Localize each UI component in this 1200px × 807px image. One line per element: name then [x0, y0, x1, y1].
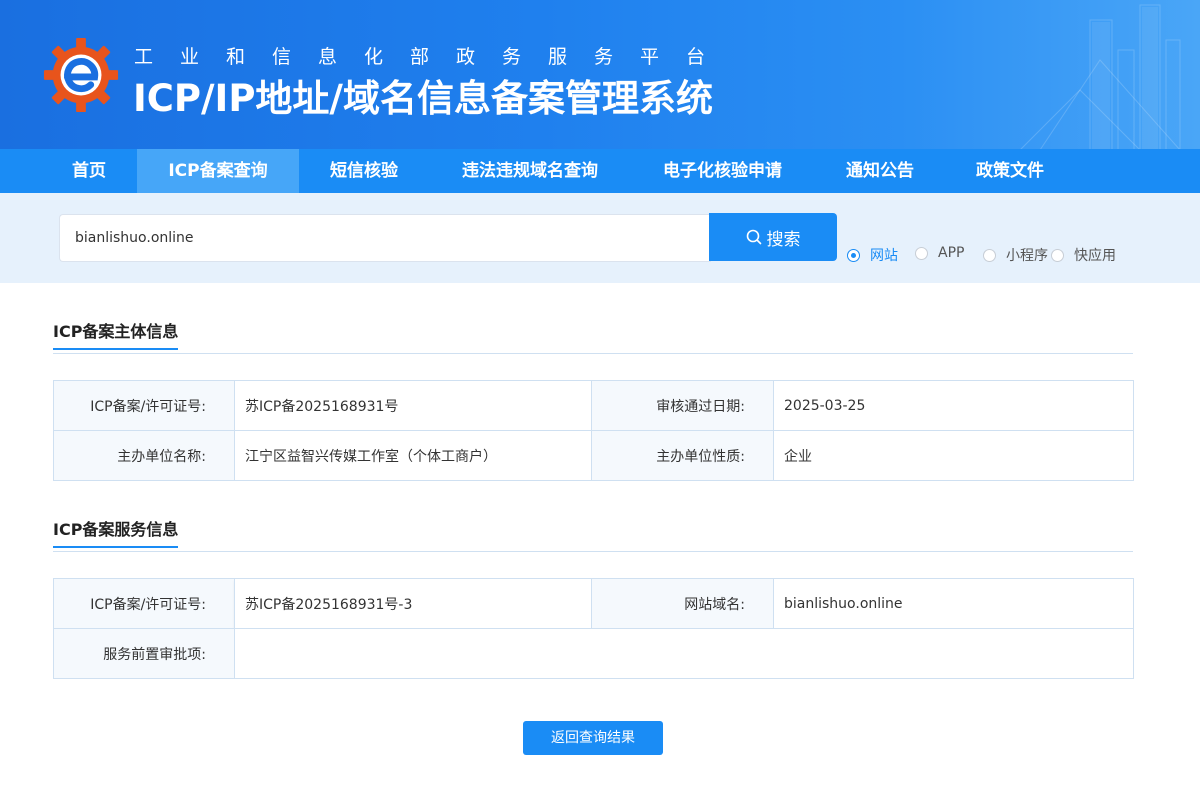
sponsor-type-value: 企业 — [773, 430, 1134, 481]
nav-item-electronic-verify[interactable]: 电子化核验申请 — [640, 149, 805, 193]
nav-item-home[interactable]: 首页 — [40, 149, 138, 193]
radio-app[interactable]: APP — [915, 245, 964, 261]
table-row: 服务前置审批项: — [53, 628, 1134, 679]
website-domain-label: 网站域名: — [591, 578, 774, 629]
license-number-value: 苏ICP备2025168931号 — [234, 380, 592, 431]
nav-item-notices[interactable]: 通知公告 — [825, 149, 935, 193]
approval-date-value: 2025-03-25 — [773, 380, 1134, 431]
website-domain-value: bianlishuo.online — [773, 578, 1134, 629]
section-divider — [53, 353, 1133, 354]
approval-date-label: 审核通过日期: — [591, 380, 774, 431]
radio-unchecked-icon — [915, 246, 928, 260]
radio-checked-icon — [847, 248, 860, 262]
nav-item-illegal-domain-query[interactable]: 违法违规域名查询 — [440, 149, 620, 193]
ministry-logo-icon — [43, 37, 119, 113]
table-row: ICP备案/许可证号: 苏ICP备2025168931号-3 网站域名: bia… — [53, 578, 1134, 629]
table-row: 主办单位名称: 江宁区益智兴传媒工作室（个体工商户） 主办单位性质: 企业 — [53, 430, 1134, 481]
service-license-number-value: 苏ICP备2025168931号-3 — [234, 578, 592, 629]
service-license-number-label: ICP备案/许可证号: — [53, 578, 235, 629]
search-input[interactable]: bianlishuo.online — [59, 214, 711, 262]
site-header: 工业和信息化部政务服务平台 ICP/IP地址/域名信息备案管理系统 — [0, 0, 1200, 150]
system-title: ICP/IP地址/域名信息备案管理系统 — [133, 77, 713, 120]
city-skyline-decoration — [1019, 4, 1181, 150]
nav-item-icp-query[interactable]: ICP备案查询 — [137, 149, 299, 193]
search-bar: bianlishuo.online 搜索 网站 APP 小程序 快应用 — [0, 193, 1200, 283]
search-button-label: 搜索 — [766, 229, 801, 250]
radio-unchecked-icon — [983, 248, 996, 262]
service-info-table: ICP备案/许可证号: 苏ICP备2025168931号-3 网站域名: bia… — [53, 578, 1134, 679]
search-icon — [746, 229, 761, 245]
sponsor-type-label: 主办单位性质: — [591, 430, 774, 481]
nav-item-sms-verify[interactable]: 短信核验 — [309, 149, 419, 193]
nav-item-policy-docs[interactable]: 政策文件 — [955, 149, 1065, 193]
platform-subtitle: 工业和信息化部政务服务平台 — [134, 46, 733, 68]
radio-website[interactable]: 网站 — [847, 245, 898, 265]
back-to-results-button[interactable]: 返回查询结果 — [523, 721, 663, 755]
radio-unchecked-icon — [1051, 248, 1064, 262]
main-nav: 首页 ICP备案查询 短信核验 违法违规域名查询 电子化核验申请 通知公告 政策… — [0, 149, 1200, 193]
sponsor-name-label: 主办单位名称: — [53, 430, 235, 481]
pre-approval-label: 服务前置审批项: — [53, 628, 235, 679]
search-button[interactable]: 搜索 — [709, 213, 837, 261]
radio-quick-app[interactable]: 快应用 — [1051, 245, 1116, 265]
table-row: ICP备案/许可证号: 苏ICP备2025168931号 审核通过日期: 202… — [53, 380, 1134, 431]
service-section-title: ICP备案服务信息 — [53, 516, 179, 548]
section-divider — [53, 551, 1133, 552]
subject-section-title: ICP备案主体信息 — [53, 318, 179, 350]
radio-mini-program[interactable]: 小程序 — [983, 245, 1048, 265]
sponsor-name-value: 江宁区益智兴传媒工作室（个体工商户） — [234, 430, 592, 481]
subject-info-table: ICP备案/许可证号: 苏ICP备2025168931号 审核通过日期: 202… — [53, 380, 1134, 481]
license-number-label: ICP备案/许可证号: — [53, 380, 235, 431]
pre-approval-value — [234, 628, 1134, 679]
